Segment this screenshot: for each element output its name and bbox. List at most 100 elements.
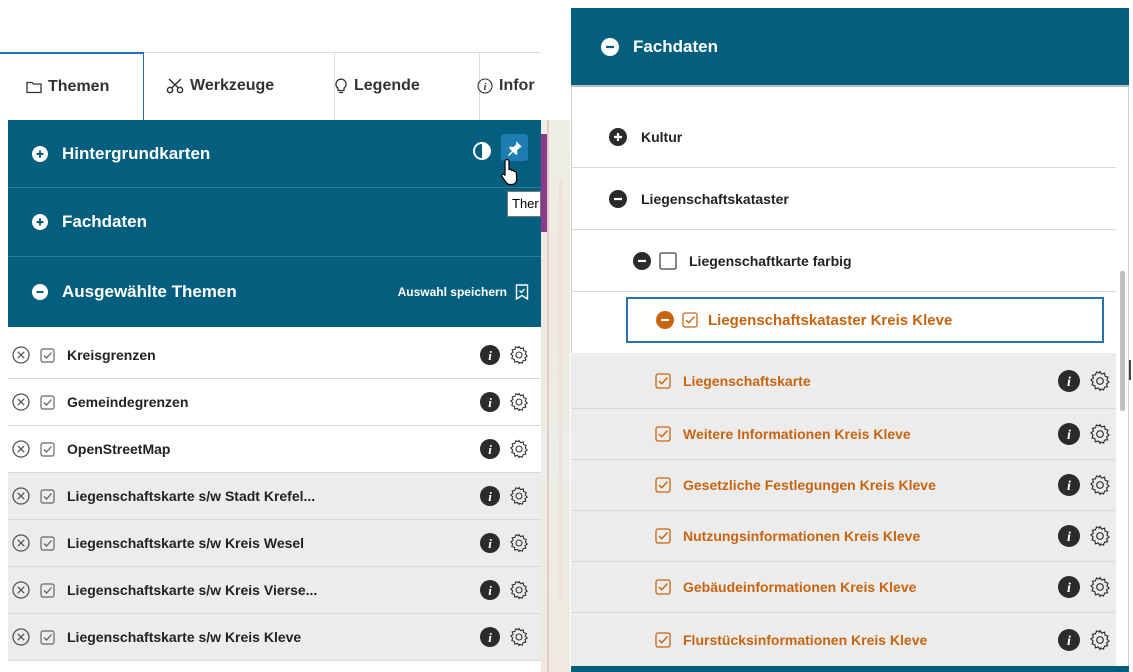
checkbox-checked-icon[interactable]	[655, 579, 671, 595]
remove-icon[interactable]	[12, 487, 30, 505]
tree-node-kultur[interactable]: Kultur	[571, 106, 1116, 168]
info-icon[interactable]: i	[1058, 628, 1080, 651]
contrast-icon[interactable]	[472, 141, 492, 161]
gear-icon[interactable]	[509, 345, 529, 365]
remove-icon[interactable]	[12, 534, 30, 552]
checkbox-checked-icon[interactable]	[40, 347, 55, 363]
info-icon[interactable]: i	[480, 439, 500, 459]
checkbox-checked-icon[interactable]	[40, 441, 55, 457]
tab-legende[interactable]: Legende	[312, 52, 480, 120]
svg-text:i: i	[1067, 428, 1071, 443]
remove-icon[interactable]	[12, 393, 30, 411]
gear-icon[interactable]	[1089, 474, 1111, 496]
section-hintergrundkarten[interactable]: Hintergrundkarten	[8, 120, 541, 187]
section-title: Fachdaten	[62, 212, 148, 231]
selected-layer-row[interactable]: Liegenschaftskarte s/w Kreis Vierse... i	[8, 567, 541, 614]
minus-circle-icon	[601, 37, 619, 56]
tree-layer-row[interactable]: Weitere Informationen Kreis Kleve i	[571, 409, 1116, 460]
gear-icon[interactable]	[1089, 576, 1111, 598]
map-preview-strip[interactable]	[541, 120, 570, 672]
info-icon[interactable]: i	[480, 392, 500, 412]
minus-circle-icon[interactable]	[609, 189, 627, 208]
info-icon[interactable]: i	[1058, 474, 1080, 496]
section-title: Hintergrundkarten	[62, 143, 211, 163]
checkbox-checked-icon[interactable]	[40, 394, 55, 410]
info-icon[interactable]: i	[1058, 423, 1080, 445]
gear-icon[interactable]	[1089, 369, 1111, 392]
section-fachdaten[interactable]: Fachdaten	[8, 187, 541, 256]
selected-layer-row[interactable]: Kreisgrenzen i	[8, 332, 541, 379]
selected-layer-row[interactable]: Liegenschaftskarte s/w Stadt Krefel... i	[8, 473, 541, 520]
gear-icon[interactable]	[509, 392, 529, 412]
info-icon[interactable]: i	[480, 345, 500, 365]
gear-icon[interactable]	[1089, 628, 1111, 651]
gear-icon[interactable]	[509, 439, 529, 459]
tree-layer-label: Flurstücksinformationen Kreis Kleve	[683, 631, 928, 648]
bookmark-icon[interactable]	[515, 284, 529, 300]
tree-layer-label: Nutzungsinformationen Kreis Kleve	[683, 528, 921, 544]
plus-circle-icon	[32, 214, 48, 230]
selected-layer-row[interactable]: Liegenschaftskarte s/w Kreis Wesel i	[8, 520, 541, 567]
checkbox-checked-icon[interactable]	[40, 488, 55, 504]
checkbox-checked-icon[interactable]	[655, 631, 671, 648]
info-icon[interactable]: i	[1058, 369, 1080, 392]
remove-icon[interactable]	[12, 440, 30, 458]
tree-layer-label: Gebäudeinformationen Kreis Kleve	[683, 579, 917, 595]
plus-circle-icon[interactable]	[609, 127, 627, 146]
minus-circle-icon	[32, 284, 48, 300]
tree-node-label: Liegenschaftskataster Kreis Kleve	[708, 311, 953, 329]
svg-text:i: i	[488, 442, 492, 457]
checkbox-unchecked-icon[interactable]	[659, 251, 677, 270]
pin-button[interactable]	[501, 134, 528, 161]
info-icon[interactable]: i	[1058, 576, 1080, 598]
selected-layer-row[interactable]: OpenStreetMap i	[8, 426, 541, 473]
tab-label: Themen	[48, 78, 110, 95]
layer-label: Gemeindegrenzen	[67, 394, 189, 410]
selected-layer-row[interactable]: Gemeindegrenzen i	[8, 379, 541, 426]
tree-layer-row[interactable]: Gebäudeinformationen Kreis Kleve i	[571, 562, 1116, 613]
tree-node-kataster-kleve[interactable]: Liegenschaftskataster Kreis Kleve	[626, 297, 1104, 343]
gear-icon[interactable]	[1089, 525, 1111, 547]
checkbox-checked-icon[interactable]	[682, 312, 698, 328]
tab-themen[interactable]: Themen	[0, 52, 144, 120]
remove-icon[interactable]	[12, 581, 30, 599]
info-icon[interactable]: i	[480, 580, 500, 600]
info-icon[interactable]: i	[480, 486, 500, 506]
checkbox-checked-icon[interactable]	[655, 372, 671, 389]
info-icon[interactable]: i	[480, 533, 500, 553]
section-fachdaten-expanded[interactable]: Fachdaten	[571, 8, 1129, 85]
selected-layer-row[interactable]: Liegenschaftskarte s/w Kreis Kleve i	[8, 614, 541, 661]
tab-werkzeuge[interactable]: Werkzeuge	[144, 52, 335, 120]
tree-layer-row[interactable]: Liegenschaftskarte i	[571, 353, 1116, 409]
gear-icon[interactable]	[509, 533, 529, 553]
gear-icon[interactable]	[509, 580, 529, 600]
gear-icon[interactable]	[1089, 423, 1111, 445]
tab-informationen[interactable]: i Infor	[457, 52, 561, 120]
tree-layer-row[interactable]: Gesetzliche Festlegungen Kreis Kleve i	[571, 460, 1116, 511]
tree-layer-row[interactable]: Nutzungsinformationen Kreis Kleve i	[571, 511, 1116, 562]
remove-icon[interactable]	[12, 346, 30, 364]
checkbox-checked-icon[interactable]	[655, 426, 671, 442]
tree-layer-row[interactable]: Flurstücksinformationen Kreis Kleve i	[571, 613, 1116, 666]
checkbox-checked-icon[interactable]	[40, 535, 55, 551]
svg-text:i: i	[1067, 375, 1071, 390]
checkbox-checked-icon[interactable]	[40, 629, 55, 645]
remove-icon[interactable]	[12, 628, 30, 646]
checkbox-checked-icon[interactable]	[655, 528, 671, 544]
scrollbar-thumb[interactable]	[1120, 271, 1125, 411]
section-ausgewaehlte-themen[interactable]: Ausgewählte Themen Auswahl speichern	[8, 256, 541, 327]
plus-circle-icon	[32, 145, 48, 162]
tree-node-karte-farbig[interactable]: Liegenschaftkarte farbig	[571, 230, 1116, 292]
checkbox-checked-icon[interactable]	[40, 582, 55, 598]
svg-text:i: i	[488, 395, 492, 410]
minus-circle-icon[interactable]	[633, 251, 651, 270]
info-icon[interactable]: i	[480, 627, 500, 647]
save-selection-link[interactable]: Auswahl speichern	[398, 285, 507, 299]
tab-label: Werkzeuge	[190, 77, 275, 94]
checkbox-checked-icon[interactable]	[655, 477, 671, 493]
gear-icon[interactable]	[509, 627, 529, 647]
minus-circle-icon[interactable]	[656, 311, 674, 329]
info-icon[interactable]: i	[1058, 525, 1080, 547]
gear-icon[interactable]	[509, 486, 529, 506]
tree-node-liegenschaftskataster[interactable]: Liegenschaftskataster	[571, 168, 1116, 230]
